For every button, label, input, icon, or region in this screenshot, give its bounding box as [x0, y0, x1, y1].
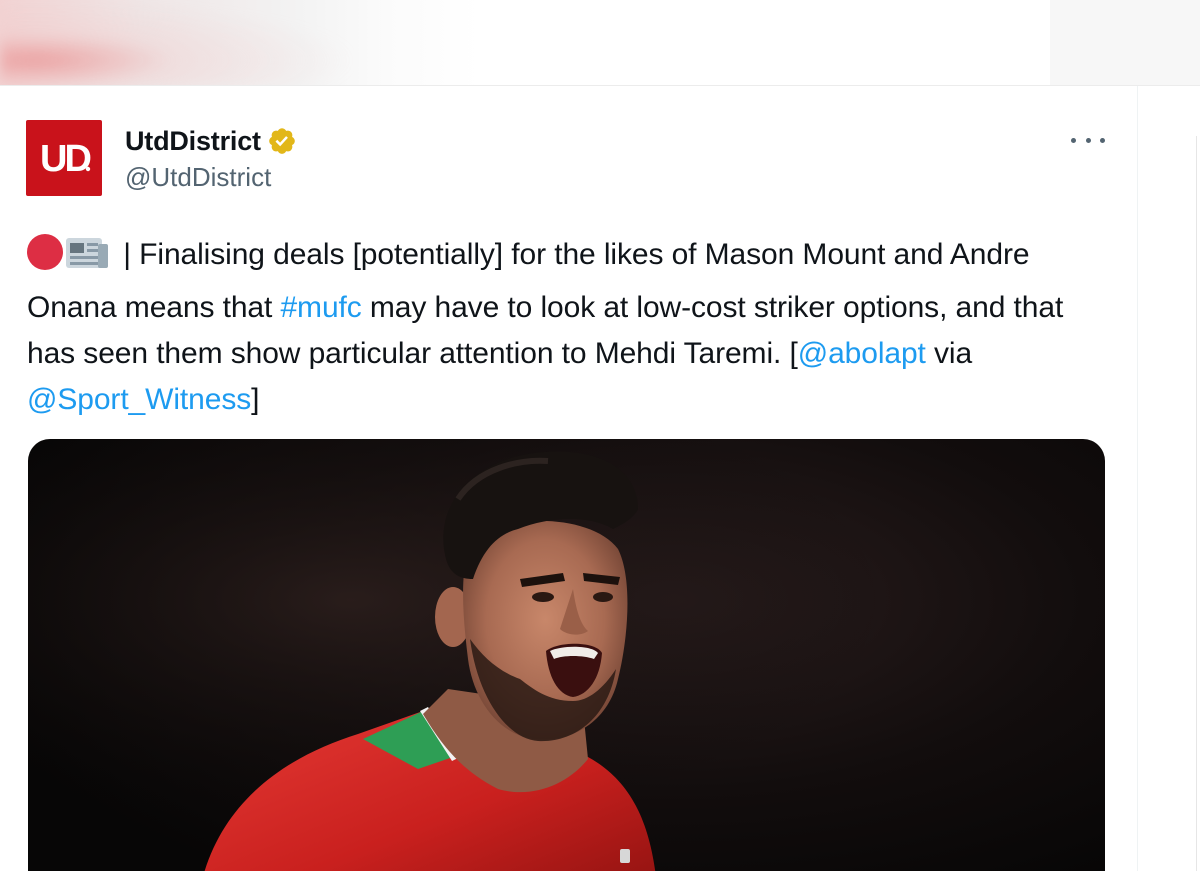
avatar[interactable]: UD — [26, 120, 102, 196]
author-name-row[interactable]: UtdDistrict — [125, 124, 297, 158]
mention-link[interactable]: @abolapt — [798, 337, 926, 370]
previous-content-strip — [0, 0, 1200, 86]
verified-badge-icon[interactable] — [267, 126, 297, 156]
mention-link[interactable]: @Sport_Witness — [27, 383, 251, 416]
tweet-text-segment: ] — [251, 383, 260, 416]
player-photo-illustration — [28, 439, 1105, 871]
red-circle-emoji-icon — [27, 234, 63, 270]
divider — [1196, 136, 1200, 871]
tweet-photo[interactable] — [28, 439, 1105, 871]
blurred-image-fragment — [0, 0, 360, 86]
svg-text:UD: UD — [40, 138, 90, 180]
more-horizontal-icon[interactable] — [1071, 130, 1105, 150]
tweet-card[interactable]: UD UtdDistrict @UtdDistrict | Finalising… — [0, 86, 1137, 871]
screenshot-page: UD UtdDistrict @UtdDistrict | Finalising… — [0, 0, 1200, 871]
utddistrict-logo: UD — [40, 138, 93, 180]
right-sidebar-edge — [1137, 86, 1200, 871]
tweet-text-segment: via — [925, 337, 973, 370]
newspaper-emoji-icon — [65, 235, 109, 285]
blurred-panel-fragment — [1050, 0, 1200, 86]
tweet-text: | Finalising deals [potentially] for the… — [27, 232, 1117, 423]
author-display-name[interactable]: UtdDistrict — [125, 126, 261, 157]
hashtag-link[interactable]: #mufc — [280, 291, 361, 324]
author-handle[interactable]: @UtdDistrict — [125, 162, 271, 193]
